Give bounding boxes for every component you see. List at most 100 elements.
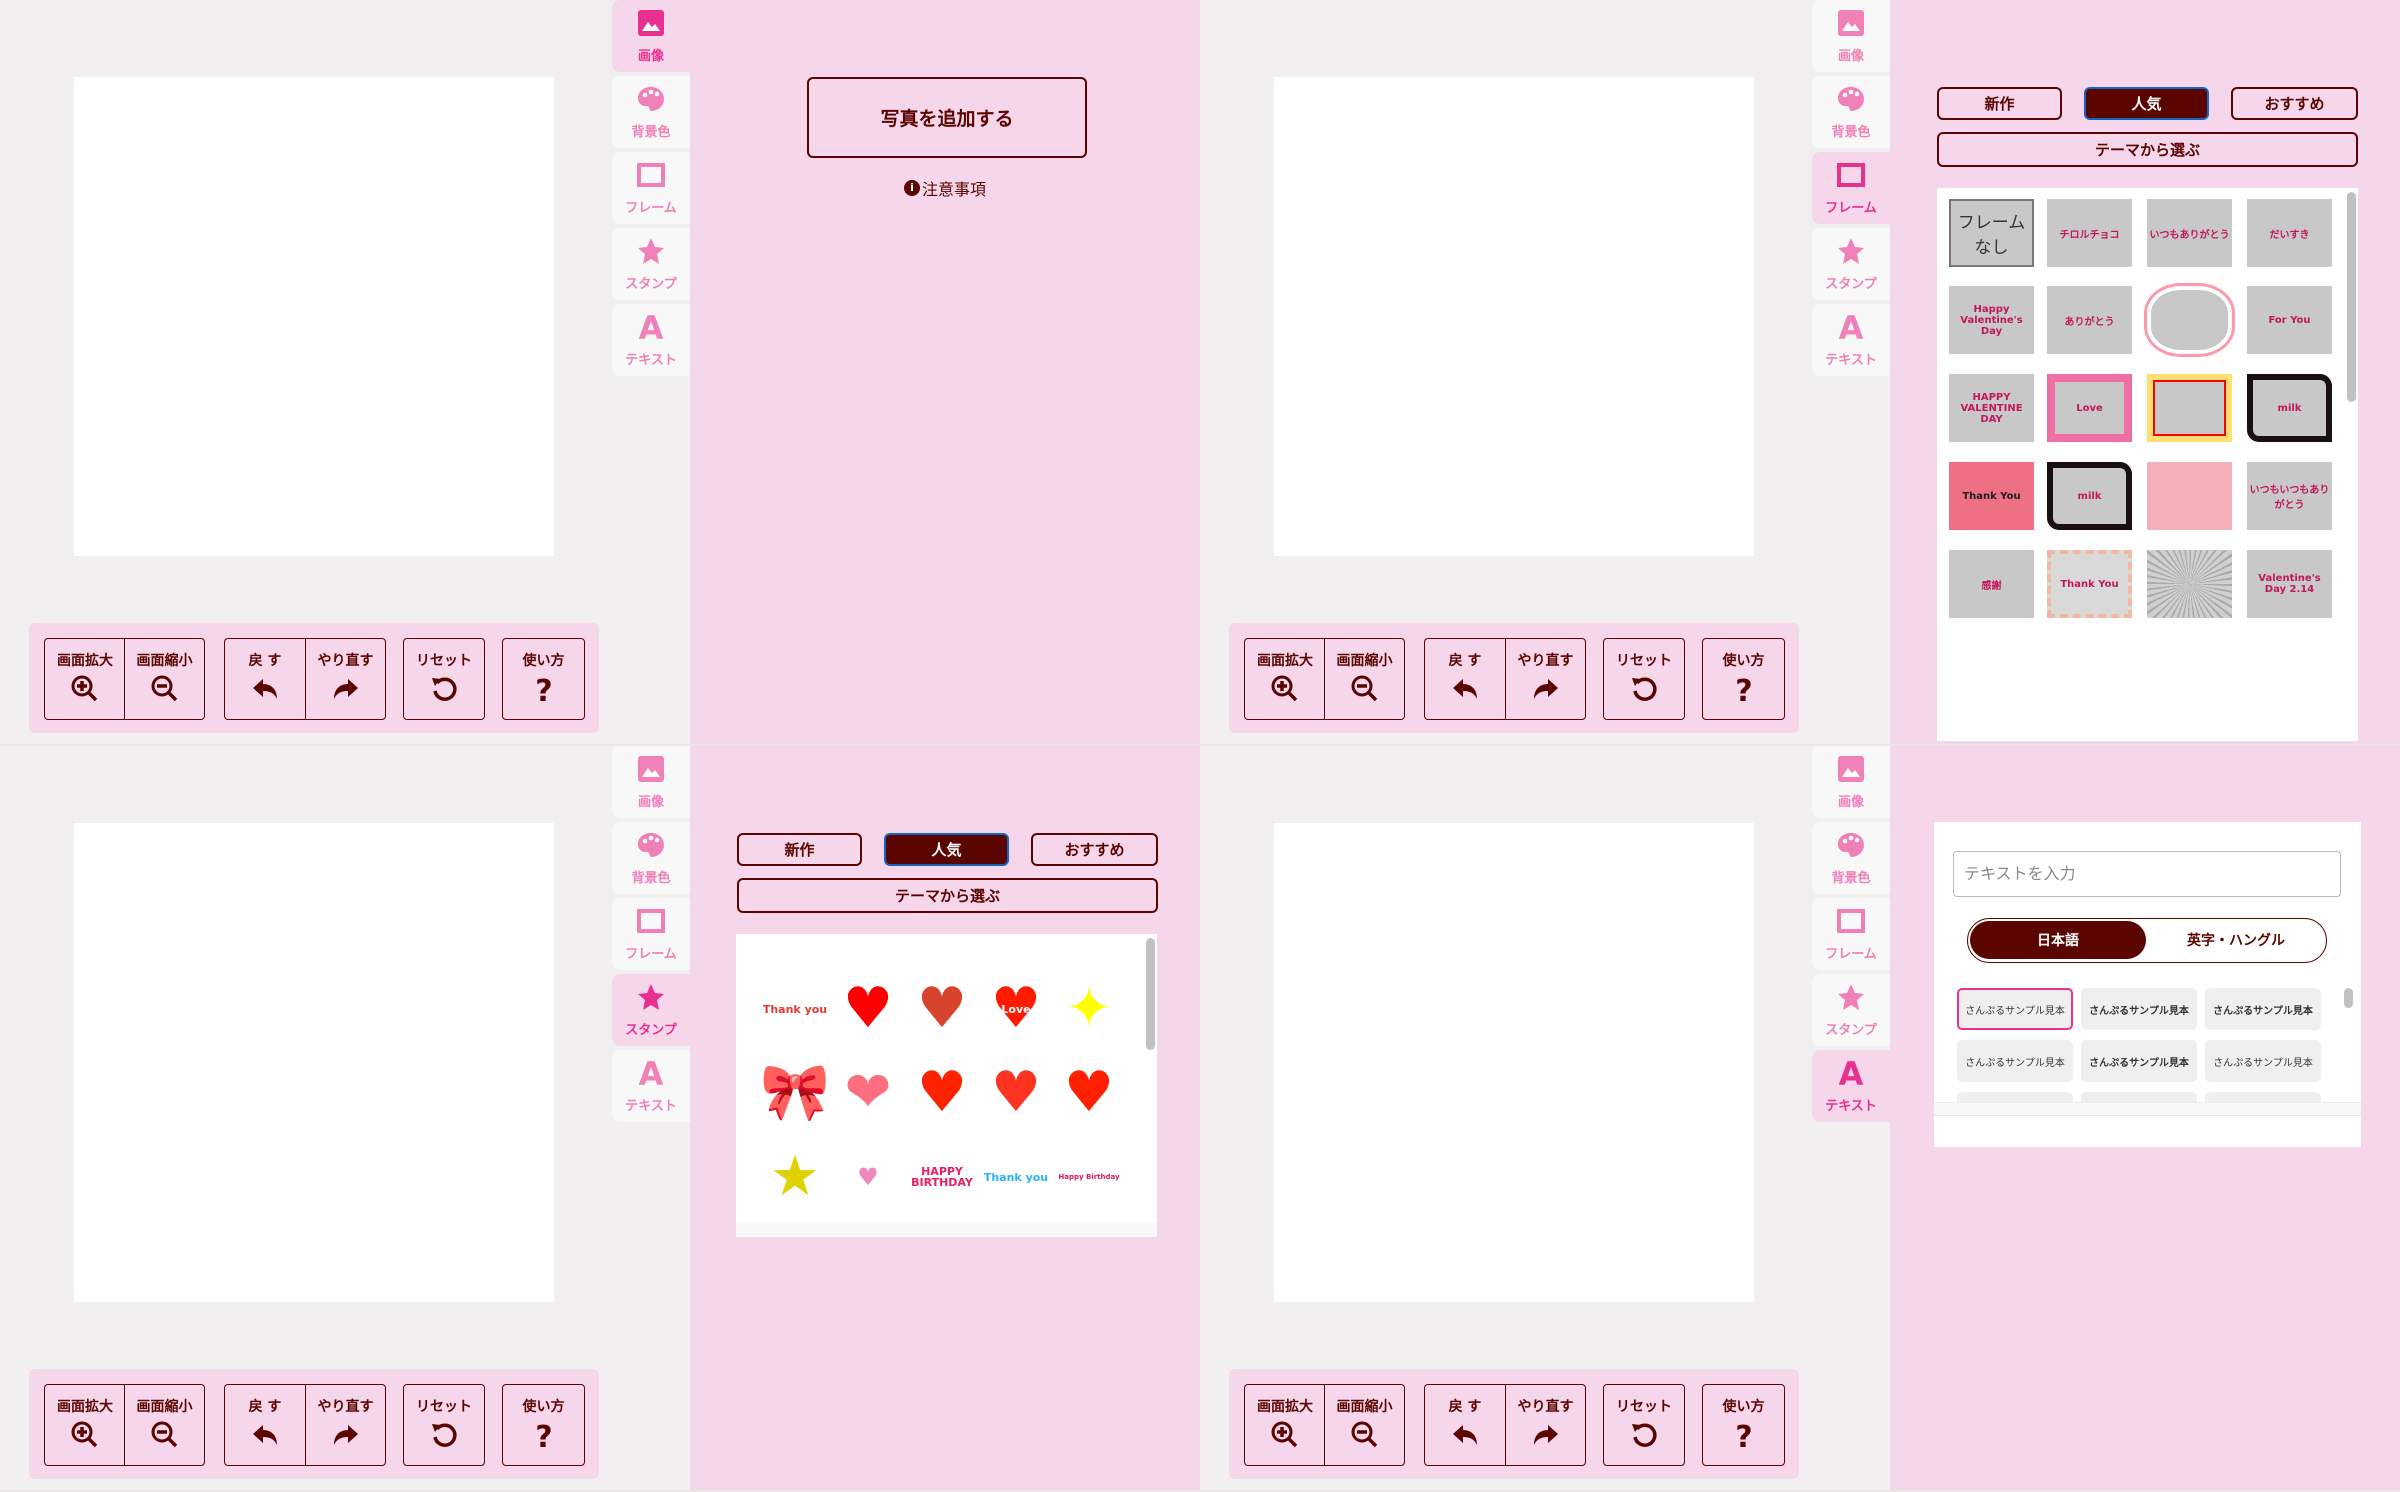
filter-tab-0[interactable]: 新作 [1937, 87, 2062, 120]
sidebar-tab-star[interactable]: スタンプ [1812, 974, 1890, 1046]
undo-button[interactable]: 戻 す [224, 638, 305, 720]
stamp-item[interactable]: ♥ [907, 1058, 977, 1128]
sidebar-tab-text-a[interactable]: A テキスト [612, 304, 690, 376]
frame-thumb[interactable]: For You [2247, 286, 2332, 354]
language-option-0[interactable]: 日本語 [1970, 921, 2146, 959]
sidebar-tab-star[interactable]: スタンプ [1812, 228, 1890, 300]
redo-button[interactable]: やり直す [305, 1384, 386, 1466]
frame-thumb[interactable] [2147, 550, 2232, 618]
stamp-item[interactable]: ★ [760, 1142, 830, 1212]
frame-thumb[interactable]: Thank You [2047, 550, 2132, 618]
help-button[interactable]: 使い方? [1702, 638, 1785, 720]
reset-button[interactable]: リセット [403, 638, 485, 720]
undo-button[interactable]: 戻 す [1424, 638, 1505, 720]
zoom-out-button[interactable]: 画面縮小 [1324, 1384, 1405, 1466]
sidebar-tab-star[interactable]: スタンプ [612, 228, 690, 300]
font-option[interactable] [1957, 1092, 2073, 1102]
stamp-item[interactable]: 🎀 [760, 1058, 830, 1128]
sidebar-tab-palette[interactable]: 背景色 [1812, 822, 1890, 894]
sidebar-tab-palette[interactable]: 背景色 [612, 76, 690, 148]
stamp-item[interactable]: ♥ [833, 974, 903, 1044]
font-option[interactable]: さんぷるサンプル見本 [2081, 988, 2197, 1030]
text-input[interactable] [1953, 851, 2341, 897]
stamp-grid-scrollbar[interactable] [1146, 938, 1155, 1050]
font-option[interactable]: さんぷるサンプル見本 [1957, 1040, 2073, 1082]
sidebar-tab-text-a[interactable]: A テキスト [1812, 304, 1890, 376]
stamp-item[interactable]: ❤ [833, 1058, 903, 1128]
font-option[interactable] [2081, 1092, 2197, 1102]
frame-thumb[interactable]: チロルチョコ [2047, 199, 2132, 267]
sidebar-tab-palette[interactable]: 背景色 [1812, 76, 1890, 148]
zoom-out-button[interactable]: 画面縮小 [124, 1384, 205, 1466]
stamp-item[interactable]: ♥ [833, 1142, 903, 1212]
sidebar-tab-frame[interactable]: フレーム [612, 898, 690, 970]
sidebar-tab-frame[interactable]: フレーム [1812, 898, 1890, 970]
reset-button[interactable]: リセット [1603, 638, 1685, 720]
sidebar-tab-text-a[interactable]: A テキスト [612, 1050, 690, 1122]
sidebar-tab-text-a[interactable]: A テキスト [1812, 1050, 1890, 1122]
help-button[interactable]: 使い方? [502, 638, 585, 720]
zoom-out-button[interactable]: 画面縮小 [1324, 638, 1405, 720]
frame-thumb[interactable]: Love [2047, 374, 2132, 442]
frame-thumb[interactable]: フレーム なし [1949, 199, 2034, 267]
frame-thumb[interactable]: milk [2247, 374, 2332, 442]
filter-tab-1[interactable]: 人気 [2084, 87, 2209, 120]
sidebar-tab-image[interactable]: 画像 [612, 0, 690, 72]
stamp-item[interactable]: ♥ [981, 1058, 1051, 1128]
redo-button[interactable]: やり直す [1505, 1384, 1586, 1466]
font-option[interactable] [2205, 1092, 2321, 1102]
sidebar-tab-frame[interactable]: フレーム [612, 152, 690, 224]
frame-thumb[interactable]: いつもいつもありがとう [2247, 462, 2332, 530]
theme-select-button[interactable]: テーマから選ぶ [1937, 132, 2358, 167]
sidebar-tab-palette[interactable]: 背景色 [612, 822, 690, 894]
stamp-item[interactable]: ✦ [1054, 974, 1124, 1044]
stamp-item[interactable]: HAPPY BIRTHDAY [907, 1142, 977, 1212]
frame-thumb[interactable] [2147, 374, 2232, 442]
redo-button[interactable]: やり直す [1505, 638, 1586, 720]
zoom-in-button[interactable]: 画面拡大 [1244, 1384, 1325, 1466]
redo-button[interactable]: やり直す [305, 638, 386, 720]
zoom-in-button[interactable]: 画面拡大 [44, 638, 125, 720]
design-canvas[interactable] [1274, 77, 1754, 556]
filter-tab-1[interactable]: 人気 [884, 833, 1009, 866]
stamp-item[interactable]: Happy Birthday [1054, 1142, 1124, 1212]
notes-link[interactable]: i 注意事項 [690, 176, 1200, 200]
frame-grid-scrollbar[interactable] [2347, 192, 2356, 402]
font-option[interactable]: さんぷるサンプル見本 [1957, 988, 2073, 1030]
theme-select-button[interactable]: テーマから選ぶ [737, 878, 1158, 913]
frame-thumb[interactable]: milk [2047, 462, 2132, 530]
font-option[interactable]: さんぷるサンプル見本 [2081, 1040, 2197, 1082]
stamp-item[interactable]: ♥ Love [981, 974, 1051, 1044]
stamp-item[interactable]: Thank you [760, 974, 830, 1044]
stamp-item[interactable]: ♥ [907, 974, 977, 1044]
frame-thumb[interactable]: Thank You [1949, 462, 2034, 530]
font-option[interactable]: さんぷるサンプル見本 [2205, 988, 2321, 1030]
stamp-item[interactable]: ♥ [1054, 1058, 1124, 1128]
help-button[interactable]: 使い方? [1702, 1384, 1785, 1466]
filter-tab-0[interactable]: 新作 [737, 833, 862, 866]
sidebar-tab-star[interactable]: スタンプ [612, 974, 690, 1046]
undo-button[interactable]: 戻 す [224, 1384, 305, 1466]
sidebar-tab-frame[interactable]: フレーム [1812, 152, 1890, 224]
frame-thumb[interactable] [2147, 462, 2232, 530]
frame-thumb[interactable]: ありがとう [2047, 286, 2132, 354]
sidebar-tab-image[interactable]: 画像 [1812, 0, 1890, 72]
language-option-1[interactable]: 英字・ハングル [2148, 921, 2324, 959]
add-photo-button[interactable]: 写真を追加する [807, 77, 1087, 158]
frame-thumb[interactable] [2147, 286, 2232, 354]
undo-button[interactable]: 戻 す [1424, 1384, 1505, 1466]
frame-thumb[interactable]: 感謝 [1949, 550, 2034, 618]
reset-button[interactable]: リセット [1603, 1384, 1685, 1466]
sidebar-tab-image[interactable]: 画像 [612, 746, 690, 818]
font-list-scrollbar[interactable] [2344, 988, 2353, 1008]
frame-thumb[interactable]: HAPPY VALENTINE DAY [1949, 374, 2034, 442]
filter-tab-2[interactable]: おすすめ [2231, 87, 2358, 120]
design-canvas[interactable] [74, 823, 554, 1302]
reset-button[interactable]: リセット [403, 1384, 485, 1466]
design-canvas[interactable] [74, 77, 554, 556]
filter-tab-2[interactable]: おすすめ [1031, 833, 1158, 866]
frame-thumb[interactable]: Happy Valentine's Day [1949, 286, 2034, 354]
frame-thumb[interactable]: いつもありがとう [2147, 199, 2232, 267]
help-button[interactable]: 使い方? [502, 1384, 585, 1466]
frame-thumb[interactable]: だいすき [2247, 199, 2332, 267]
